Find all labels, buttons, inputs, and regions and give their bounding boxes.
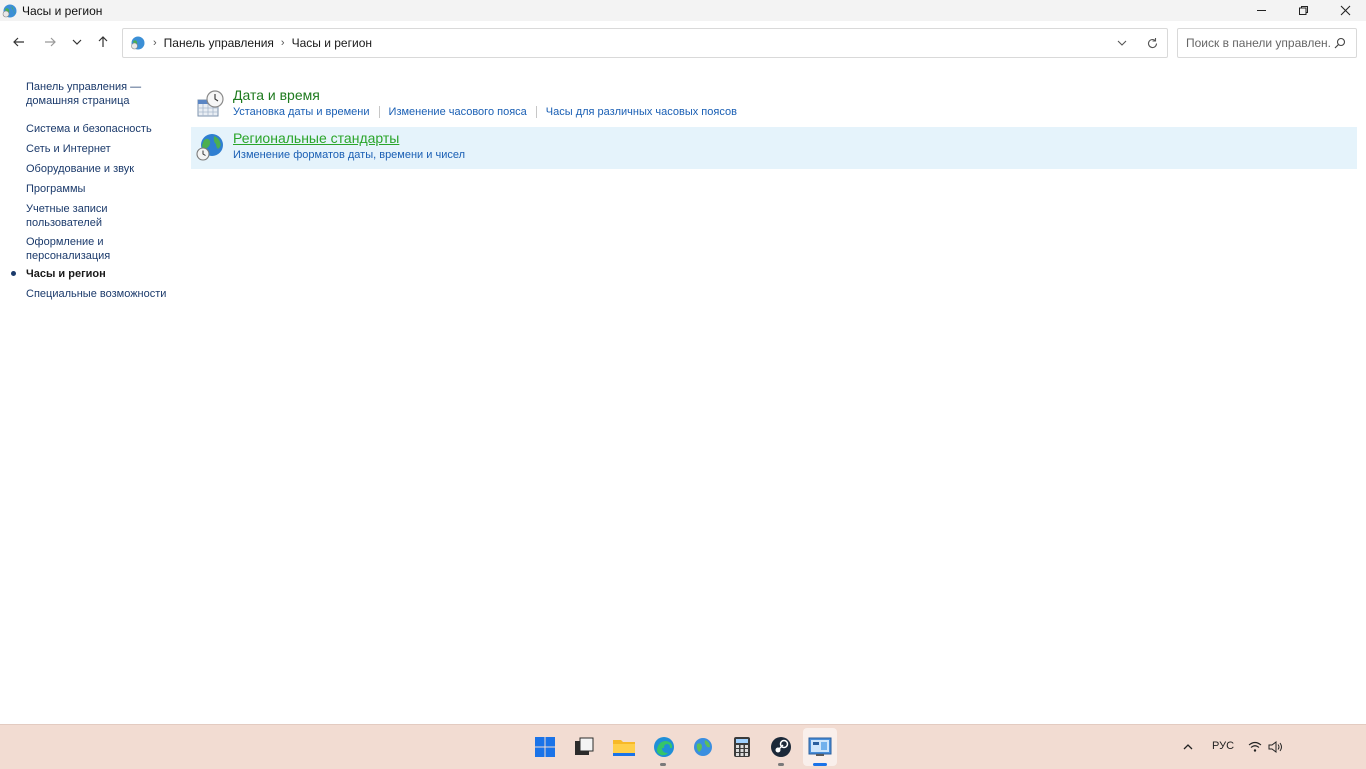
control-panel-icon: [808, 737, 832, 756]
breadcrumb-control-panel[interactable]: Панель управления: [164, 36, 274, 50]
running-indicator: [660, 763, 666, 766]
link-divider: [535, 106, 537, 118]
sidebar-item-network[interactable]: Сеть и Интернет: [26, 142, 176, 156]
link-change-timezone[interactable]: Изменение часового пояса: [389, 106, 527, 118]
refresh-button[interactable]: [1137, 37, 1167, 50]
file-explorer-button[interactable]: [612, 735, 636, 759]
chevron-down-icon: [1117, 40, 1127, 46]
volume-button[interactable]: [1264, 735, 1288, 759]
language-indicator[interactable]: РУС: [1212, 740, 1234, 752]
sidebar-item-hardware-sound[interactable]: Оборудование и звук: [26, 162, 176, 176]
recent-locations-button[interactable]: [66, 31, 88, 53]
link-set-date-time[interactable]: Установка даты и времени: [233, 106, 370, 118]
search-box[interactable]: [1177, 28, 1357, 58]
search-icon[interactable]: [1334, 37, 1346, 49]
address-bar[interactable]: › Панель управления › Часы и регион: [122, 28, 1168, 58]
taskbar: РУС: [0, 724, 1366, 769]
control-panel-taskbar-button[interactable]: [808, 735, 832, 759]
sidebar-item-user-accounts[interactable]: Учетные записи пользователей: [26, 202, 126, 230]
restore-icon: [1298, 6, 1308, 15]
search-input[interactable]: [1184, 35, 1333, 51]
arrow-right-icon: [45, 37, 56, 47]
volume-icon: [1268, 741, 1282, 753]
sidebar-item-accessibility[interactable]: Специальные возможности: [26, 287, 176, 301]
sidebar-item-appearance[interactable]: Оформление и персонализация: [26, 235, 126, 263]
globe-app-icon: [694, 738, 712, 756]
steam-button[interactable]: [769, 735, 793, 759]
arrow-left-icon: [13, 37, 24, 47]
close-button[interactable]: [1324, 0, 1366, 21]
task-view-button[interactable]: [572, 735, 596, 759]
active-indicator: [813, 763, 827, 766]
control-panel-icon: [131, 36, 145, 50]
close-icon: [1340, 5, 1350, 16]
sidebar-home-link[interactable]: Панель управления — домашняя страница: [26, 80, 176, 108]
steam-icon: [771, 737, 791, 757]
breadcrumb-separator-icon: ›: [153, 37, 157, 49]
title-bar: Часы и регион: [0, 0, 1366, 21]
category-date-time: Дата и время Установка даты и времени Из…: [191, 84, 1357, 126]
active-bullet-icon: [11, 271, 16, 276]
category-title-date-time[interactable]: Дата и время: [233, 87, 320, 103]
control-panel-app-icon: [2, 4, 17, 17]
category-region: Региональные стандарты Изменение формато…: [191, 127, 1357, 169]
start-icon: [535, 737, 555, 757]
running-indicator: [778, 763, 784, 766]
region-globe-icon: [196, 134, 223, 161]
minimize-button[interactable]: [1240, 0, 1282, 21]
start-button[interactable]: [533, 735, 557, 759]
address-dropdown-button[interactable]: [1107, 37, 1137, 49]
show-hidden-icons-button[interactable]: [1176, 735, 1200, 759]
chevron-up-icon: [1183, 744, 1193, 750]
chevron-down-icon: [72, 39, 82, 45]
link-additional-clocks[interactable]: Часы для различных часовых поясов: [546, 106, 737, 118]
window-title: Часы и регион: [22, 3, 103, 18]
sidebar-item-clock-region[interactable]: Часы и регион: [26, 267, 176, 281]
arrow-up-icon: [98, 36, 108, 47]
link-change-formats[interactable]: Изменение форматов даты, времени и чисел: [233, 149, 465, 161]
calculator-icon: [734, 737, 750, 757]
minimize-icon: [1256, 10, 1266, 11]
wifi-icon: [1248, 741, 1262, 752]
restore-button[interactable]: [1282, 0, 1324, 21]
link-divider: [378, 106, 380, 118]
task-view-icon: [575, 737, 594, 755]
calculator-button[interactable]: [730, 735, 754, 759]
forward-button[interactable]: [39, 31, 61, 53]
navigation-bar: › Панель управления › Часы и регион: [0, 21, 1366, 64]
category-title-region[interactable]: Региональные стандарты: [233, 130, 399, 146]
edge-icon: [654, 737, 674, 757]
refresh-icon: [1147, 37, 1157, 48]
back-button[interactable]: [8, 31, 30, 53]
sidebar-item-security[interactable]: Система и безопасность: [26, 122, 176, 136]
edge-button[interactable]: [652, 735, 676, 759]
date-time-icon: [197, 90, 224, 117]
breadcrumb-clock-region[interactable]: Часы и регион: [292, 36, 372, 50]
globe-app-button[interactable]: [691, 735, 715, 759]
up-button[interactable]: [92, 31, 114, 53]
sidebar-item-programs[interactable]: Программы: [26, 182, 176, 196]
file-explorer-icon: [613, 740, 635, 756]
breadcrumb-separator-icon: ›: [280, 37, 285, 49]
